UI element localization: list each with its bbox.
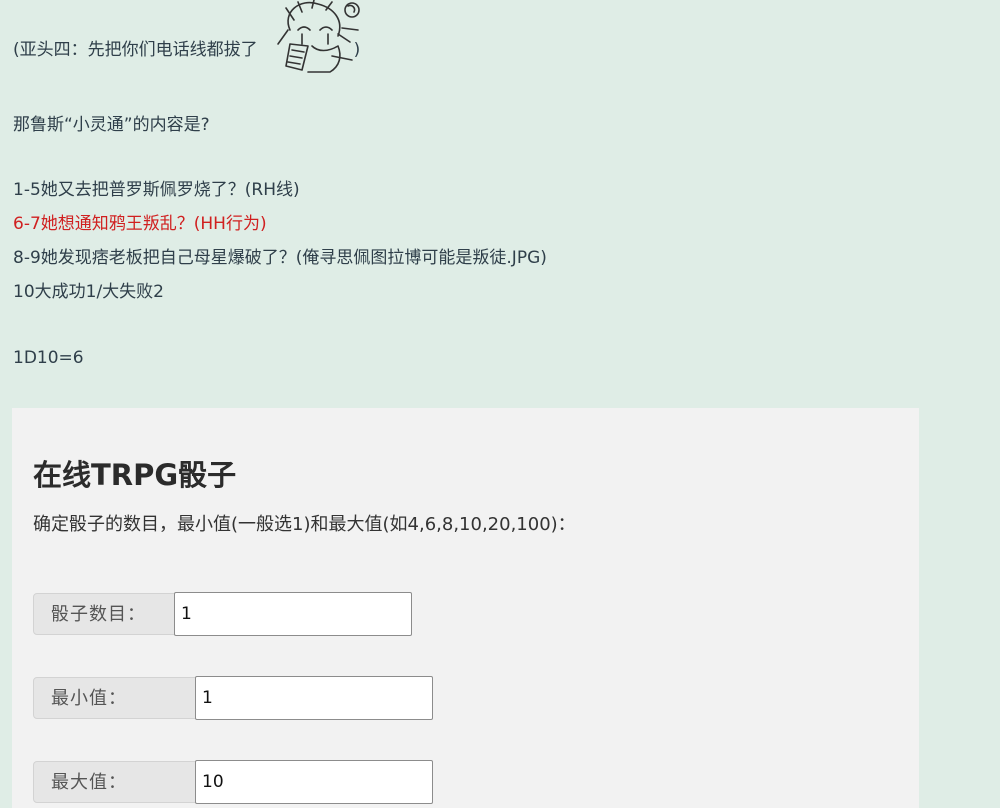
cartoon-sticker-icon bbox=[277, 0, 360, 73]
option-line-4: 10大成功1/大失败2 bbox=[13, 282, 164, 302]
dice-roll-result: 1D10=6 bbox=[13, 348, 84, 368]
dice-tool-title: 在线TRPG骰子 bbox=[33, 458, 237, 492]
forum-post: (亚头四：先把你们电话线都拔了) 那鲁斯“小灵通”的内容是? 1-5她又去把普罗… bbox=[0, 0, 1000, 808]
post-line-1-text: (亚头四：先把你们电话线都拔了 bbox=[13, 40, 258, 60]
max-value-input[interactable] bbox=[195, 760, 433, 804]
option-line-3: 8-9她发现痞老板把自己母星爆破了？(俺寻思佩图拉博可能是叛徒.JPG) bbox=[13, 248, 547, 268]
min-value-label: 最小值： bbox=[33, 677, 197, 719]
dice-count-label: 骰子数目： bbox=[33, 593, 176, 635]
max-value-label: 最大值： bbox=[33, 761, 197, 803]
option-line-2-highlighted: 6-7她想通知鸦王叛乱？(HH行为) bbox=[13, 214, 267, 234]
dice-count-input[interactable] bbox=[174, 592, 412, 636]
dice-tool-description: 确定骰子的数目，最小值(一般选1)和最大值(如4,6,8,10,20,100)： bbox=[33, 514, 576, 535]
min-value-input[interactable] bbox=[195, 676, 433, 720]
dice-tool-panel: 在线TRPG骰子 确定骰子的数目，最小值(一般选1)和最大值(如4,6,8,10… bbox=[12, 408, 919, 808]
option-line-1: 1-5她又去把普罗斯佩罗烧了？(RH线) bbox=[13, 180, 300, 200]
post-question: 那鲁斯“小灵通”的内容是? bbox=[13, 115, 210, 135]
